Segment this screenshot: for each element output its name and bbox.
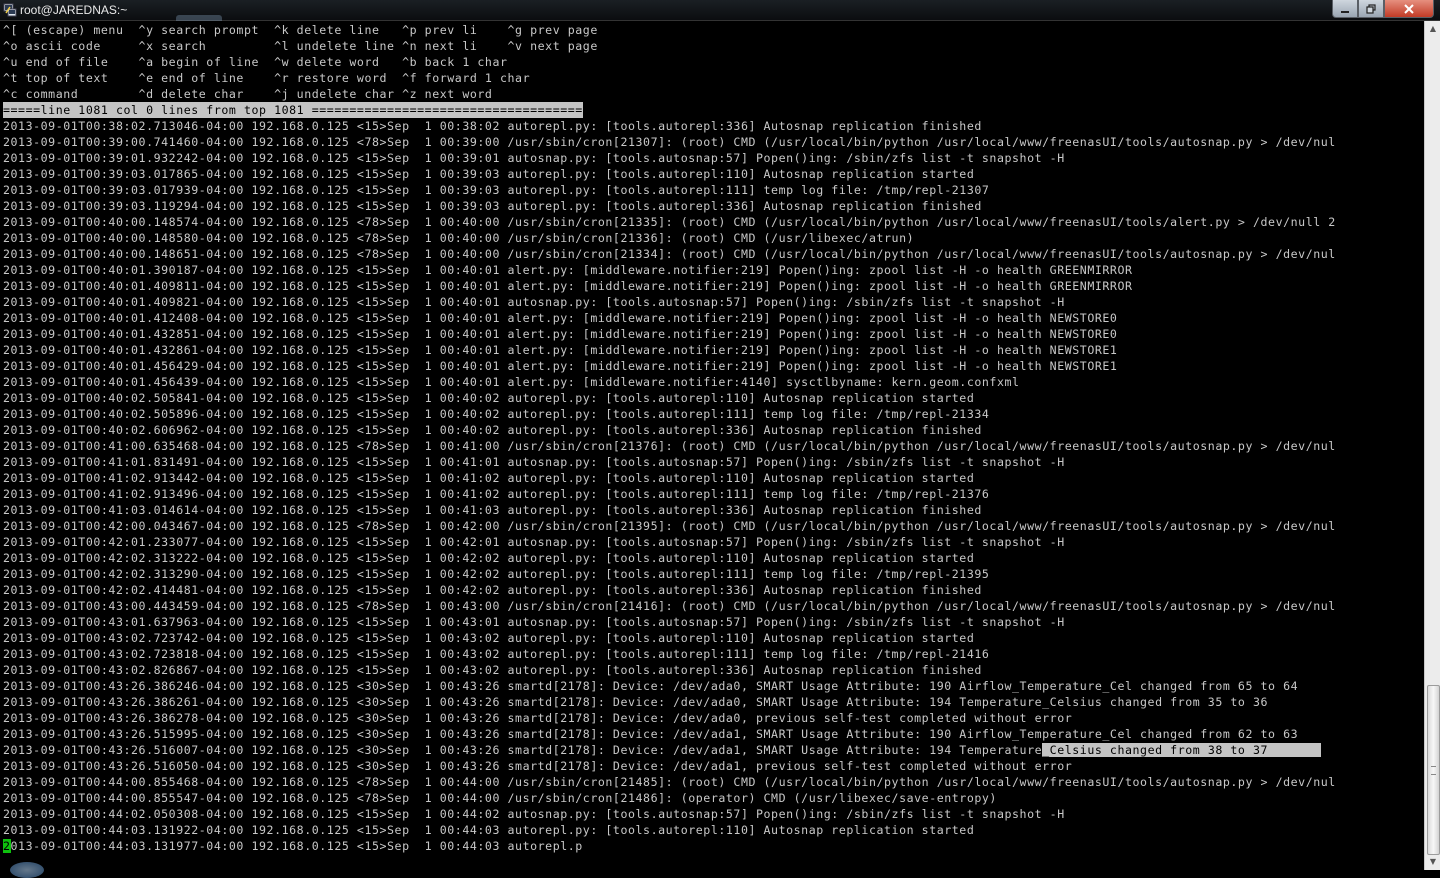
log-line: 2013-09-01T00:43:01.637963-04:00 192.168… [3, 615, 1065, 629]
minimize-button[interactable] [1332, 0, 1358, 18]
log-line: 2013-09-01T00:43:02.826867-04:00 192.168… [3, 663, 982, 677]
log-line: 2013-09-01T00:42:02.414481-04:00 192.168… [3, 583, 982, 597]
log-line: 2013-09-01T00:39:01.932242-04:00 192.168… [3, 151, 1065, 165]
log-line: 2013-09-01T00:40:00.148574-04:00 192.168… [3, 215, 1336, 229]
log-line: 2013-09-01T00:40:01.412408-04:00 192.168… [3, 311, 1118, 325]
log-line: 2013-09-01T00:41:02.913442-04:00 192.168… [3, 471, 975, 485]
scroll-up-button[interactable]: ▲ [1425, 21, 1440, 37]
log-line: 2013-09-01T00:41:01.831491-04:00 192.168… [3, 455, 1065, 469]
log-line: 2013-09-01T00:43:00.443459-04:00 192.168… [3, 599, 1336, 613]
log-line-selected[interactable]: 2013-09-01T00:43:26.516007-04:00 192.168… [3, 742, 1321, 758]
log-line-text: 2013-09-01T00:43:26.516007-04:00 192.168… [3, 743, 1043, 757]
window-title: root@JAREDNAS:~ [20, 3, 128, 17]
title-bar[interactable]: root@JAREDNAS:~ [0, 0, 1440, 44]
log-line: 2013-09-01T00:39:03.119294-04:00 192.168… [3, 199, 982, 213]
log-line: 2013-09-01T00:41:00.635468-04:00 192.168… [3, 439, 1336, 453]
log-line: 2013-09-01T00:40:00.148580-04:00 192.168… [3, 231, 915, 245]
vertical-scrollbar[interactable]: ▲ ▼ [1424, 21, 1440, 870]
terminal-area[interactable]: ^[ (escape) menu ^y search prompt ^k del… [0, 21, 1422, 870]
log-line: 2013-09-01T00:39:03.017865-04:00 192.168… [3, 167, 975, 181]
log-line: 2013-09-01T00:38:02.713046-04:00 192.168… [3, 119, 982, 133]
scroll-down-button[interactable]: ▼ [1425, 854, 1440, 870]
log-line: 2013-09-01T00:40:01.390187-04:00 192.168… [3, 263, 1133, 277]
log-line: 2013-09-01T00:42:00.043467-04:00 192.168… [3, 519, 1336, 533]
log-line: 2013-09-01T00:44:03.131922-04:00 192.168… [3, 823, 975, 837]
log-line: 2013-09-01T00:43:02.723742-04:00 192.168… [3, 631, 975, 645]
help-line: ^o ascii code ^x search ^l undelete line… [3, 39, 598, 53]
log-line: 2013-09-01T00:43:26.516050-04:00 192.168… [3, 759, 1073, 773]
close-icon [1404, 3, 1414, 14]
log-line: 2013-09-01T00:43:26.386278-04:00 192.168… [3, 711, 1073, 725]
log-line: 2013-09-01T00:43:02.723818-04:00 192.168… [3, 647, 990, 661]
help-line: ^c command ^d delete char ^j undelete ch… [3, 87, 493, 101]
maximize-button[interactable] [1358, 0, 1384, 18]
log-line: 2013-09-01T00:42:01.233077-04:00 192.168… [3, 535, 1065, 549]
close-button[interactable] [1384, 0, 1434, 18]
log-line: 2013-09-01T00:40:02.606962-04:00 192.168… [3, 423, 982, 437]
log-line: 2013-09-01T00:40:02.505896-04:00 192.168… [3, 407, 990, 421]
log-line: 2013-09-01T00:40:00.148651-04:00 192.168… [3, 247, 1336, 261]
log-line: 2013-09-01T00:40:01.432861-04:00 192.168… [3, 343, 1118, 357]
window-controls [1332, 0, 1434, 18]
log-line: 2013-09-01T00:43:26.386261-04:00 192.168… [3, 695, 1269, 709]
help-line: ^t top of text ^e end of line ^r restore… [3, 71, 531, 85]
log-line: 2013-09-01T00:44:00.855547-04:00 192.168… [3, 791, 997, 805]
log-line: 2013-09-01T00:44:02.050308-04:00 192.168… [3, 807, 1065, 821]
log-line: 2013-09-01T00:44:00.855468-04:00 192.168… [3, 775, 1336, 789]
log-line: 2013-09-01T00:39:00.741460-04:00 192.168… [3, 135, 1336, 149]
log-line: 2013-09-01T00:40:01.456429-04:00 192.168… [3, 359, 1118, 373]
grip-icon [1431, 766, 1436, 775]
log-line: 2013-09-01T00:40:01.432851-04:00 192.168… [3, 327, 1118, 341]
log-line: 2013-09-01T00:41:02.913496-04:00 192.168… [3, 487, 990, 501]
log-line: 2013-09-01T00:40:01.409821-04:00 192.168… [3, 295, 1065, 309]
help-line: ^u end of file ^a begin of line ^w delet… [3, 55, 508, 69]
scrollbar-thumb[interactable] [1427, 685, 1440, 855]
log-line: 2013-09-01T00:40:01.456439-04:00 192.168… [3, 375, 1020, 389]
log-line: 2013-09-01T00:41:03.014614-04:00 192.168… [3, 503, 982, 517]
background-ghost [176, 10, 286, 44]
help-line: ^[ (escape) menu ^y search prompt ^k del… [3, 23, 598, 37]
log-line: 2013-09-01T00:43:26.515995-04:00 192.168… [3, 727, 1299, 741]
log-line: 2013-09-01T00:40:01.409811-04:00 192.168… [3, 279, 1133, 293]
putty-icon [3, 3, 17, 17]
maximize-icon [1366, 3, 1376, 14]
log-line: 2013-09-01T00:40:02.505841-04:00 192.168… [3, 391, 975, 405]
editor-status-line: =====line 1081 col 0 lines from top 1081… [3, 102, 583, 118]
minimize-icon [1341, 10, 1349, 13]
log-line: 2013-09-01T00:43:26.386246-04:00 192.168… [3, 679, 1299, 693]
log-line: 2013-09-01T00:39:03.017939-04:00 192.168… [3, 183, 990, 197]
log-line-text: 013-09-01T00:44:03.131977-04:00 192.168.… [10, 839, 583, 853]
log-line: 2013-09-01T00:42:02.313222-04:00 192.168… [3, 551, 975, 565]
start-orb-icon [10, 862, 44, 878]
log-line-current: 2013-09-01T00:44:03.131977-04:00 192.168… [3, 838, 583, 854]
log-line: 2013-09-01T00:42:02.313290-04:00 192.168… [3, 567, 990, 581]
text-cursor[interactable]: 2 [3, 839, 11, 853]
text-selection[interactable]: _Celsius changed from 38 to 37 [1042, 743, 1321, 757]
